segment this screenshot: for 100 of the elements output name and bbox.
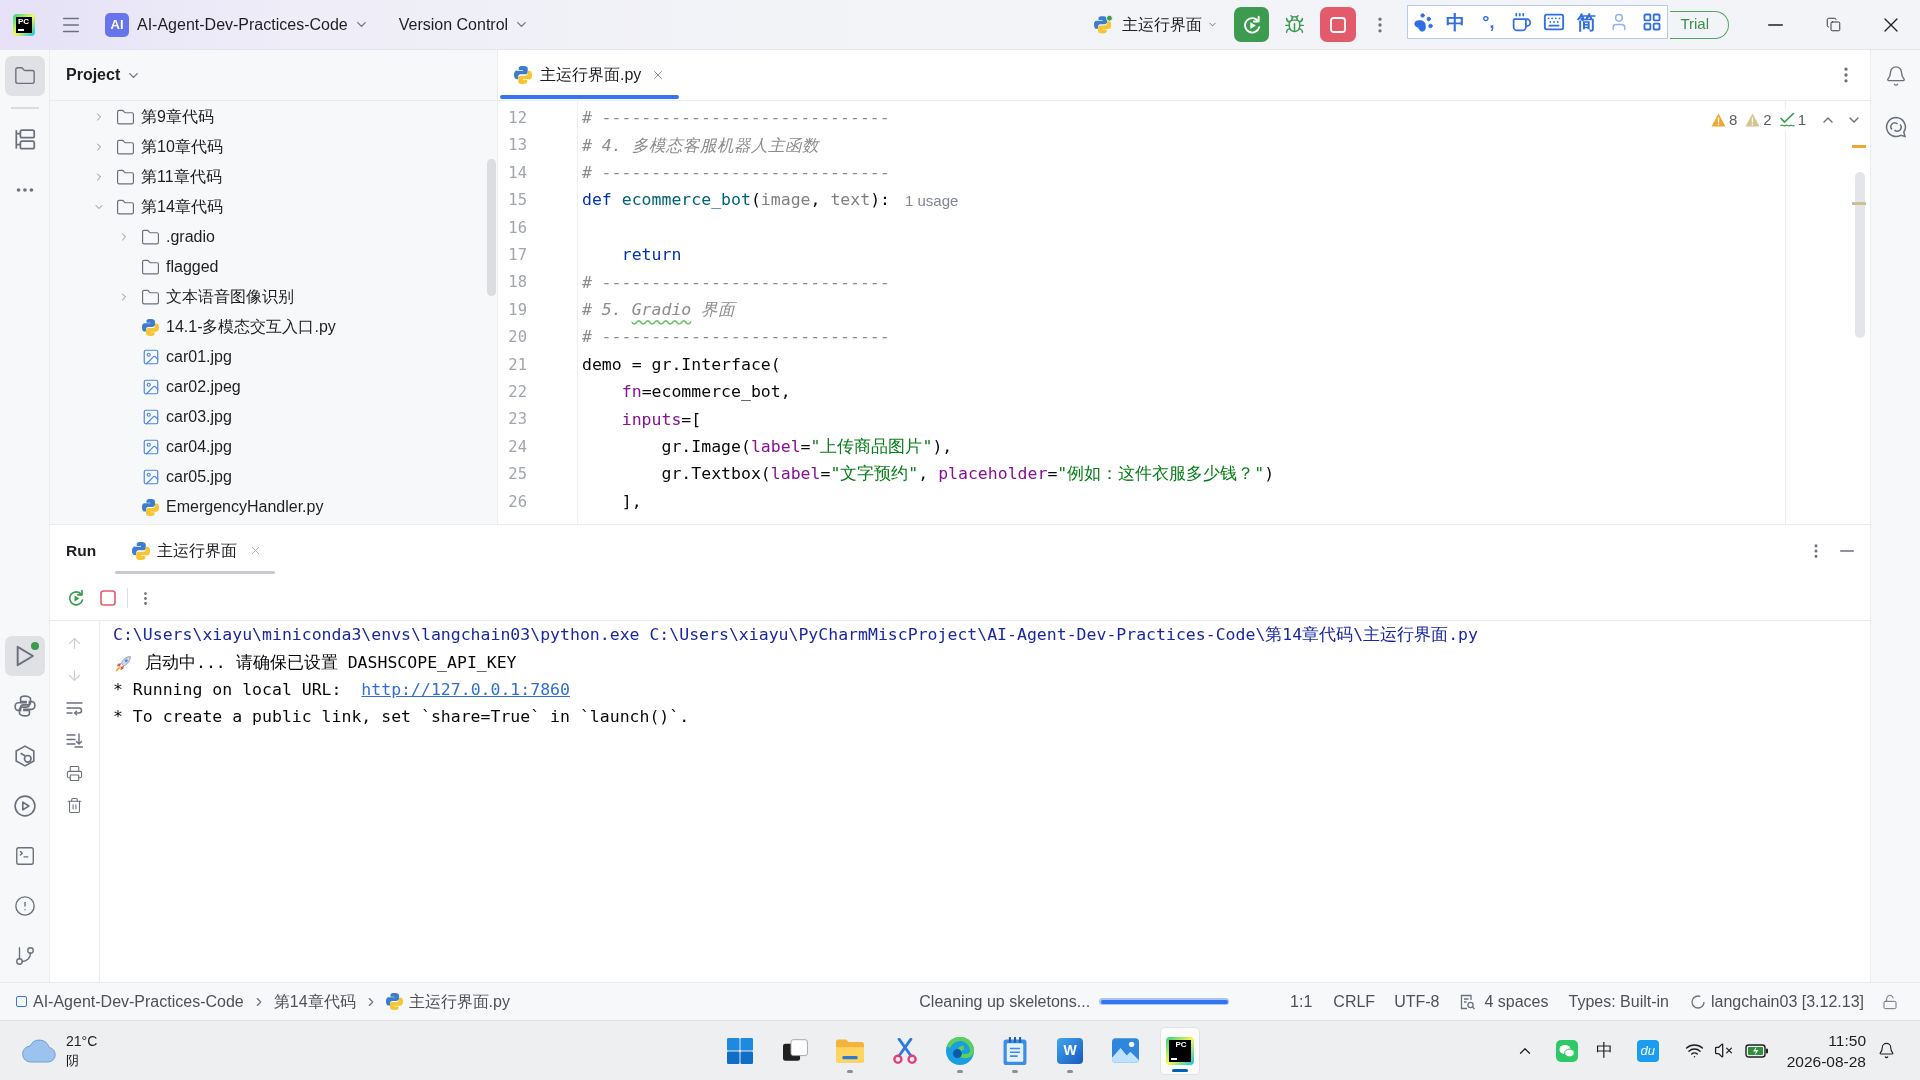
weak-warning-icon <box>1745 113 1761 127</box>
unlock-icon[interactable] <box>1882 993 1898 1010</box>
project-tool-button[interactable] <box>4 56 45 96</box>
code-line: # ----------------------------- <box>582 271 890 294</box>
tree-item[interactable]: car02.jpeg <box>141 375 241 399</box>
console-line: * To create a public link, set `share=True` in `launch()`. <box>113 706 690 729</box>
soft-wrap-icon[interactable] <box>66 700 83 716</box>
interpreter-selector[interactable]: langchain03 [3.12.13] <box>1691 989 1864 1014</box>
image-file-icon <box>141 378 160 396</box>
notepad-icon <box>1003 1036 1027 1065</box>
punctuation-toggle[interactable]: °, <box>1475 13 1502 31</box>
weak-warnings-button[interactable]: 2 <box>1745 108 1772 132</box>
indent-selector[interactable]: 4 spaces <box>1460 989 1549 1014</box>
scrollbar-thumb[interactable] <box>1855 172 1865 338</box>
passed-checks-button[interactable]: 1 <box>1779 108 1806 132</box>
panel-title: Run <box>66 540 97 561</box>
cup-icon[interactable] <box>1510 11 1532 33</box>
python-running-icon <box>1094 15 1113 34</box>
rerun-button[interactable] <box>1234 7 1269 42</box>
taskbar-app-button[interactable]: W <box>1050 1026 1090 1075</box>
tree-item[interactable]: 第9章代码 <box>116 105 214 129</box>
start-menu-icon <box>727 1037 753 1064</box>
services-icon <box>13 745 36 767</box>
type-checking-selector[interactable]: Types: Built-in <box>1568 989 1669 1014</box>
stop-icon[interactable] <box>100 590 116 606</box>
rerun-icon <box>1241 14 1262 35</box>
tree-item[interactable]: 14.1-多模态交互入口.py <box>141 315 336 339</box>
scroll-to-end-icon[interactable] <box>66 733 83 749</box>
module-icon <box>16 996 27 1007</box>
input-method-indicator[interactable]: 中 <box>1595 1042 1613 1059</box>
tree-item[interactable]: car03.jpg <box>141 405 232 429</box>
tree-item[interactable]: car01.jpg <box>141 345 232 369</box>
tree-item[interactable]: 第14章代码 <box>116 195 223 219</box>
line-number: 14 <box>508 162 527 184</box>
ide-app-logo: PC <box>1166 1036 1194 1065</box>
code-line: # ----------------------------- <box>582 326 890 349</box>
breadcrumb-item[interactable]: 主运行界面.py <box>385 989 510 1014</box>
print-icon[interactable] <box>66 764 83 782</box>
line-number: 16 <box>508 217 527 239</box>
code-line: gr.Image(label="上传商品图片"), <box>661 436 953 458</box>
line-number: 17 <box>508 245 527 266</box>
warnings-button[interactable]: 8 <box>1710 108 1738 132</box>
line-number: 13 <box>508 135 527 157</box>
run-tab[interactable]: 主运行界面 <box>115 525 276 576</box>
caret-position[interactable]: 1:1 <box>1290 989 1313 1014</box>
trash-icon[interactable] <box>66 797 83 815</box>
chat-app-icon[interactable] <box>1555 1039 1578 1062</box>
wifi-icon[interactable] <box>1684 1041 1704 1060</box>
run-configuration-selector[interactable]: 主运行界面 <box>1091 7 1221 42</box>
tree-item[interactable]: flagged <box>141 255 219 279</box>
tree-item[interactable]: .gradio <box>141 225 215 249</box>
breadcrumb-item[interactable]: AI-Agent-Dev-Practices-Code <box>16 989 244 1014</box>
tree-item[interactable]: 文本语音图像识别 <box>141 285 294 309</box>
paw-icon[interactable] <box>1412 11 1434 33</box>
run-tool-button[interactable] <box>4 636 45 676</box>
python-file-icon <box>142 498 159 516</box>
script-toggle[interactable]: 简 <box>1573 12 1600 32</box>
stop-icon <box>1330 16 1346 33</box>
chat-bubble-icon[interactable] <box>1884 116 1907 138</box>
battery-charging-icon[interactable] <box>1744 1042 1769 1059</box>
restore-icon <box>1825 17 1841 32</box>
workspace-switcher[interactable]: AI AI-Agent-Dev-Practices-Code <box>105 8 369 41</box>
speaker-muted-icon[interactable] <box>1713 1041 1733 1060</box>
notification-bell-icon[interactable] <box>1878 1042 1895 1059</box>
stop-button[interactable] <box>1320 7 1356 42</box>
editor-tab[interactable]: 主运行界面.py <box>500 50 680 100</box>
breadcrumb-item[interactable]: 第14章代码 <box>273 989 356 1014</box>
warning-marker-icon[interactable] <box>1852 145 1866 148</box>
minimize-icon[interactable] <box>1840 549 1854 552</box>
rocket-icon <box>115 654 132 672</box>
version-control-menu[interactable]: Version Control <box>398 8 530 41</box>
code-line: # 4. 多模态客服机器人主函数 <box>582 134 819 157</box>
line-separator-selector[interactable]: CRLF <box>1333 989 1376 1014</box>
debug-bug-icon[interactable] <box>1284 14 1305 35</box>
console-link[interactable]: http://127.0.0.1:7860 <box>361 680 570 700</box>
tree-item[interactable]: EmergencyHandler.py <box>141 495 324 519</box>
usage-hint[interactable]: 1 usage <box>905 189 959 213</box>
folder-icon <box>141 257 160 277</box>
taskbar-app-button[interactable]: PC <box>1160 1026 1200 1075</box>
terminal-icon <box>13 845 36 867</box>
input-mode-toggle[interactable]: 中 <box>1442 12 1469 32</box>
code-line: inputs=[ <box>621 408 702 431</box>
tree-item[interactable]: car05.jpg <box>141 465 232 489</box>
encoding-selector[interactable]: UTF-8 <box>1394 989 1440 1014</box>
clock-date: 2026-08-28 <box>1786 1051 1866 1072</box>
grid-icon[interactable] <box>1641 12 1662 32</box>
scrollbar-thumb[interactable] <box>487 159 496 296</box>
tree-item[interactable]: 第11章代码 <box>116 165 222 189</box>
project-view-selector[interactable]: Project <box>66 63 142 87</box>
close-icon <box>1884 17 1898 32</box>
python-file-icon <box>132 541 151 560</box>
notifications-bell-icon[interactable] <box>1884 65 1907 87</box>
keyboard-icon[interactable] <box>1542 11 1565 33</box>
cloud-icon <box>22 1038 56 1063</box>
tree-item[interactable]: 第10章代码 <box>116 135 223 159</box>
weak-warning-marker-icon[interactable] <box>1852 202 1866 205</box>
browser-icon <box>946 1036 974 1065</box>
tree-item[interactable]: car04.jpg <box>141 435 232 459</box>
line-number: 26 <box>508 491 527 513</box>
folder-icon <box>116 197 135 217</box>
